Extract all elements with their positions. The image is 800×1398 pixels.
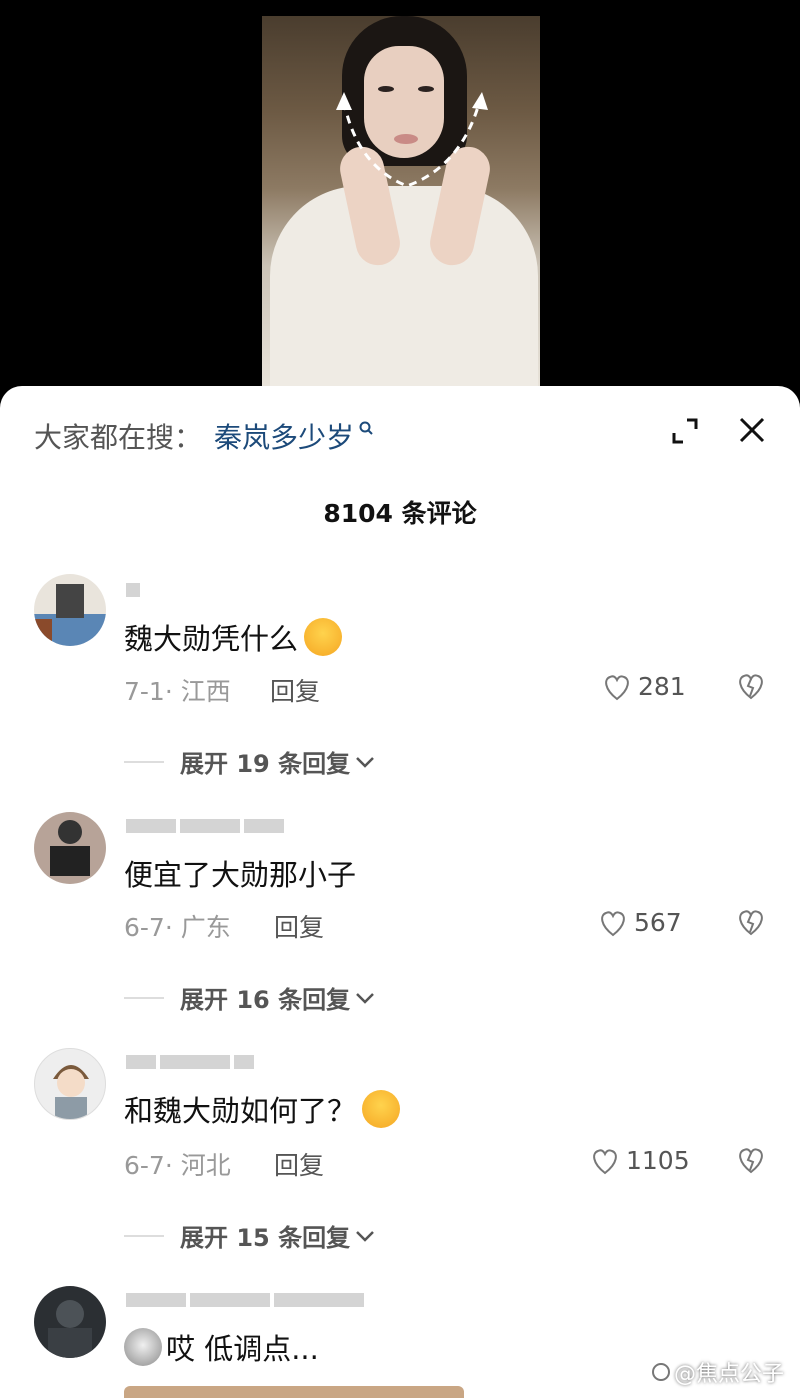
chevron-down-icon (356, 992, 374, 1004)
comment-text-content: 魏大勋凭什么 (124, 622, 299, 656)
dislike-icon[interactable] (736, 1146, 766, 1174)
comment-meta: 7-1· 江西 (124, 677, 231, 706)
comment-text: 和魏大勋如何了？ (124, 1088, 401, 1130)
reply-button[interactable]: 回复 (274, 908, 324, 944)
avatar[interactable] (34, 1048, 106, 1120)
expand-replies-label: 展开 15 条回复 (180, 1224, 351, 1252)
hot-search-prefix: 大家都在搜： (34, 421, 203, 454)
username-blurred[interactable] (126, 1054, 258, 1072)
comment-sheet: 大家都在搜： 秦岚多少岁 8104 条评论 魏大勋凭什么 7-1· 江西 回复 … (0, 386, 800, 1398)
heart-icon (601, 910, 625, 936)
expand-replies-label: 展开 16 条回复 (180, 986, 351, 1014)
comment-text-content: 哎 低调点... (166, 1332, 319, 1366)
avatar[interactable] (34, 1286, 106, 1358)
watermark: @焦点公子 (652, 1356, 784, 1388)
search-icon (359, 421, 373, 435)
like-button[interactable]: 281 (602, 672, 686, 701)
divider (124, 996, 164, 999)
comment-location: 江西 (180, 677, 231, 706)
username-blurred[interactable] (126, 582, 144, 600)
username-blurred[interactable] (126, 1292, 368, 1310)
comment-meta: 6-7· 广东 (124, 913, 231, 942)
chevron-down-icon (356, 1230, 374, 1242)
username-blurred[interactable] (126, 818, 288, 836)
like-count: 1105 (626, 1146, 690, 1175)
divider (124, 1234, 164, 1237)
like-button[interactable]: 567 (598, 908, 682, 937)
avatar[interactable] (34, 574, 106, 646)
expand-icon[interactable] (670, 416, 700, 446)
like-count: 567 (634, 908, 682, 937)
reply-button[interactable]: 回复 (270, 672, 320, 708)
comment-meta: 6-7· 河北 (124, 1151, 231, 1180)
crying-face-icon (304, 618, 343, 656)
dashed-arrow-overlay (336, 92, 488, 188)
video-frame (262, 16, 540, 400)
hot-search-bar[interactable]: 大家都在搜： 秦岚多少岁 (34, 416, 374, 456)
reply-image-thumbnail[interactable] (124, 1386, 464, 1398)
comment-count-title: 8104 条评论 (323, 499, 477, 528)
close-icon[interactable] (736, 414, 768, 446)
comment-text: 魏大勋凭什么 (124, 616, 343, 658)
laughing-tears-face-icon (362, 1090, 401, 1128)
comment-location: 河北 (180, 1151, 231, 1180)
dislike-icon[interactable] (736, 908, 766, 936)
dislike-icon[interactable] (736, 672, 766, 700)
heart-icon (605, 674, 629, 700)
divider (124, 760, 164, 763)
paw-icon (652, 1363, 670, 1381)
expand-replies-button[interactable]: 展开 19 条回复 (124, 744, 376, 779)
expand-replies-label: 展开 19 条回复 (180, 750, 351, 778)
expand-replies-button[interactable]: 展开 15 条回复 (124, 1218, 376, 1253)
comment-text-content: 和魏大勋如何了？ (124, 1094, 357, 1128)
avatar[interactable] (34, 812, 106, 884)
comment-date: 6-7 (124, 1151, 165, 1180)
like-count: 281 (638, 672, 686, 701)
comment-date: 7-1 (124, 677, 165, 706)
comment-text-content: 便宜了大勋那小子 (124, 858, 357, 892)
like-button[interactable]: 1105 (590, 1146, 690, 1175)
comment-date: 6-7 (124, 913, 165, 942)
dog-face-icon (124, 1328, 162, 1366)
comment-location: 广东 (180, 913, 231, 942)
hot-search-term[interactable]: 秦岚多少岁 (214, 416, 354, 456)
chevron-down-icon (356, 756, 374, 768)
video-player[interactable] (0, 0, 800, 400)
video-subject-body (270, 186, 538, 400)
reply-button[interactable]: 回复 (274, 1146, 324, 1182)
heart-icon (593, 1148, 617, 1174)
watermark-text: @焦点公子 (674, 1362, 785, 1387)
expand-replies-button[interactable]: 展开 16 条回复 (124, 980, 376, 1015)
comment-text: 便宜了大勋那小子 (124, 852, 356, 894)
comment-text: 哎 低调点... (124, 1326, 319, 1368)
